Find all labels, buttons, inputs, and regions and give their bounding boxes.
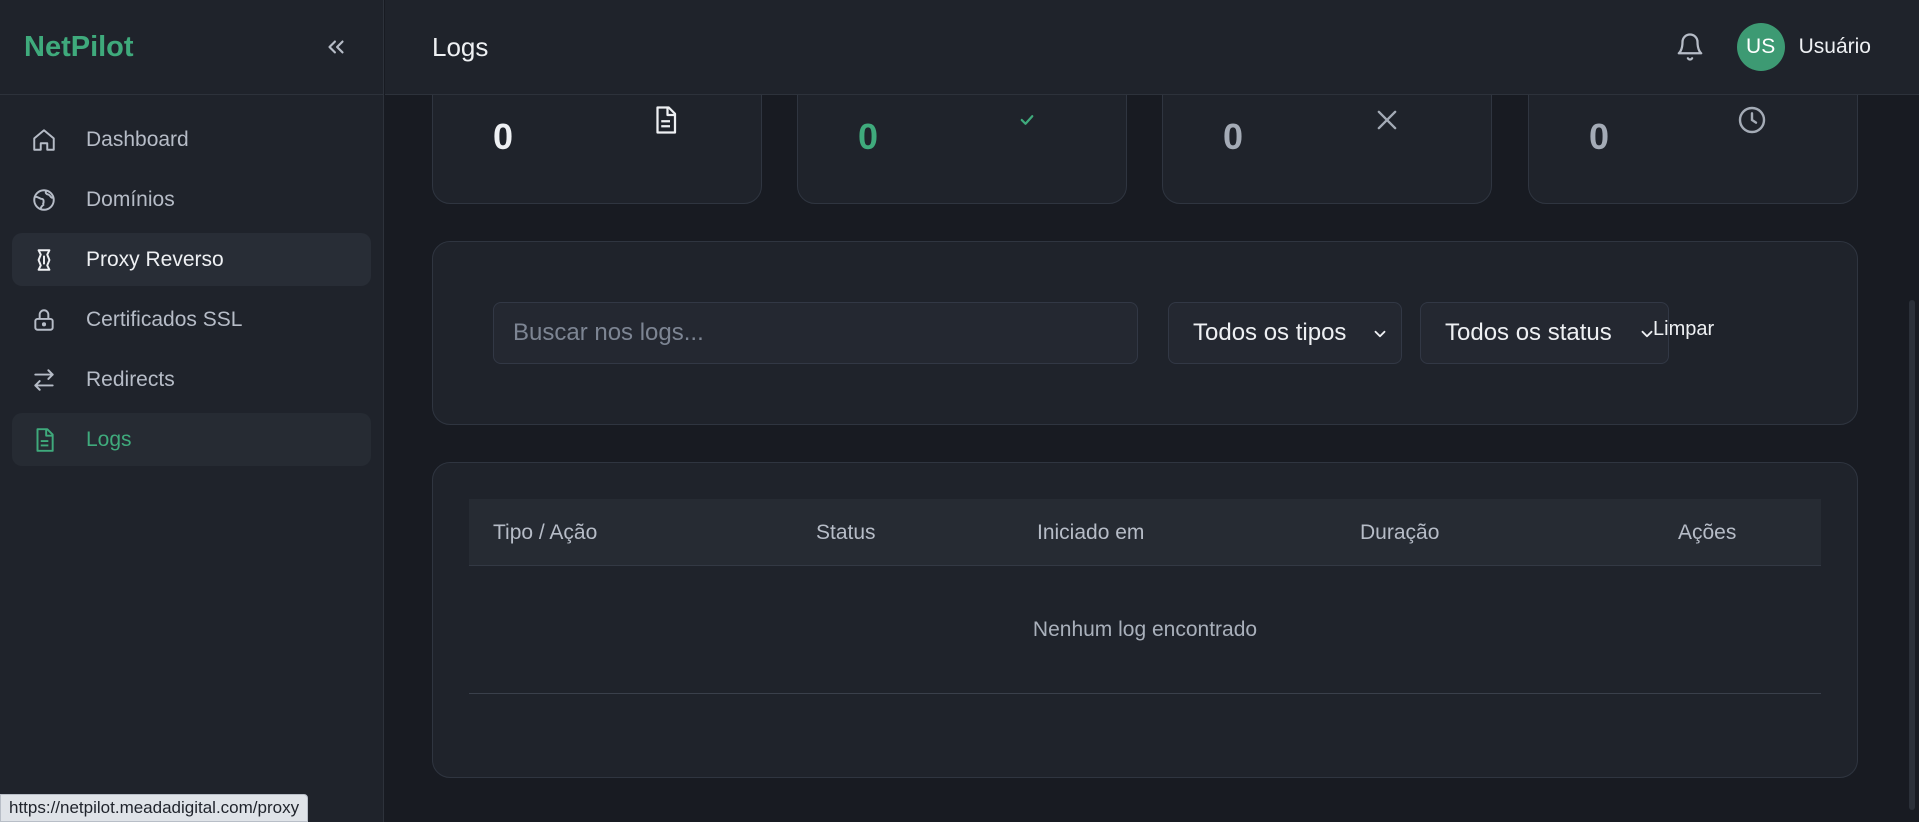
arrows-icon	[30, 366, 58, 394]
empty-state-message: Nenhum log encontrado	[469, 566, 1821, 694]
column-header: Duração	[1360, 521, 1440, 544]
stat-value: 0	[1589, 116, 1610, 157]
page-title: Logs	[432, 31, 489, 62]
sidebar-item-redirects[interactable]: Redirects	[12, 353, 371, 406]
collapse-sidebar-button[interactable]	[321, 32, 351, 62]
globe-icon	[30, 186, 58, 214]
sidebar-item-label: Proxy Reverso	[86, 247, 224, 271]
home-icon	[30, 126, 58, 154]
chevron-down-icon	[1374, 330, 1386, 338]
column-header: Tipo / Ação	[493, 521, 598, 544]
sidebar-item-label: Domínios	[86, 187, 175, 211]
lock-icon	[30, 306, 58, 334]
x-icon	[1370, 103, 1404, 137]
notifications-button[interactable]	[1673, 30, 1707, 64]
bell-icon	[1677, 33, 1702, 61]
status-select-value: Todos os status	[1445, 319, 1612, 346]
sidebar-item-dashboard[interactable]: Dashboard	[12, 113, 371, 166]
filter-panel: Todos os tipos Todos os status Limpar	[432, 241, 1858, 425]
user-name[interactable]: Usuário	[1799, 35, 1871, 59]
top-header: Logs US Usuário	[385, 0, 1919, 95]
stat-card-success: 0	[797, 95, 1127, 204]
type-select[interactable]: Todos os tipos	[1168, 302, 1402, 364]
proxy-icon	[30, 246, 58, 274]
sidebar-item-logs[interactable]: Logs	[12, 413, 371, 466]
sidebar-item-dominios[interactable]: Domínios	[12, 173, 371, 226]
type-select-value: Todos os tipos	[1193, 319, 1347, 346]
column-header: Status	[816, 521, 876, 544]
stat-value: 0	[1223, 116, 1244, 157]
sidebar-item-label: Logs	[86, 427, 132, 451]
sidebar-item-certificados-ssl[interactable]: Certificados SSL	[12, 293, 371, 346]
logs-table: Tipo / Ação Status Iniciado em Duração A…	[432, 462, 1858, 778]
main-content: 0 0 0 0 Todos os tipos	[385, 95, 1919, 822]
document-icon	[648, 103, 682, 137]
check-icon	[1010, 103, 1044, 137]
brand-bar: NetPilot	[0, 0, 383, 95]
search-input[interactable]	[493, 302, 1138, 364]
avatar[interactable]: US	[1736, 23, 1785, 71]
brand-logo[interactable]: NetPilot	[24, 31, 134, 64]
sidebar-item-label: Dashboard	[86, 127, 189, 151]
stat-card-failed: 0	[1162, 95, 1492, 204]
document-icon	[30, 426, 58, 454]
stat-value: 0	[858, 116, 879, 157]
chevrons-left-icon	[328, 40, 344, 54]
sidebar-nav: Dashboard Domínios Proxy Reverso Certifi…	[0, 95, 383, 491]
column-header: Ações	[1678, 521, 1737, 544]
sidebar: NetPilot Dashboard Domínios Proxy Revers…	[0, 0, 384, 822]
vertical-scrollbar[interactable]	[1909, 300, 1915, 810]
stats-row: 0 0 0 0	[432, 95, 1858, 205]
sidebar-item-proxy-reverso[interactable]: Proxy Reverso	[12, 233, 371, 286]
sidebar-item-label: Redirects	[86, 367, 175, 391]
table-header: Tipo / Ação Status Iniciado em Duração A…	[469, 499, 1821, 566]
status-select[interactable]: Todos os status	[1420, 302, 1669, 364]
status-bar-url: https://netpilot.meadadigital.com/proxy	[0, 794, 309, 822]
column-header: Iniciado em	[1037, 521, 1145, 544]
sidebar-item-label: Certificados SSL	[86, 307, 243, 331]
clear-filters-button[interactable]: Limpar	[1653, 318, 1714, 341]
stat-value: 0	[493, 116, 514, 157]
stat-card-total: 0	[432, 95, 762, 204]
stat-card-pending: 0	[1528, 95, 1858, 204]
clock-icon	[1735, 103, 1769, 137]
